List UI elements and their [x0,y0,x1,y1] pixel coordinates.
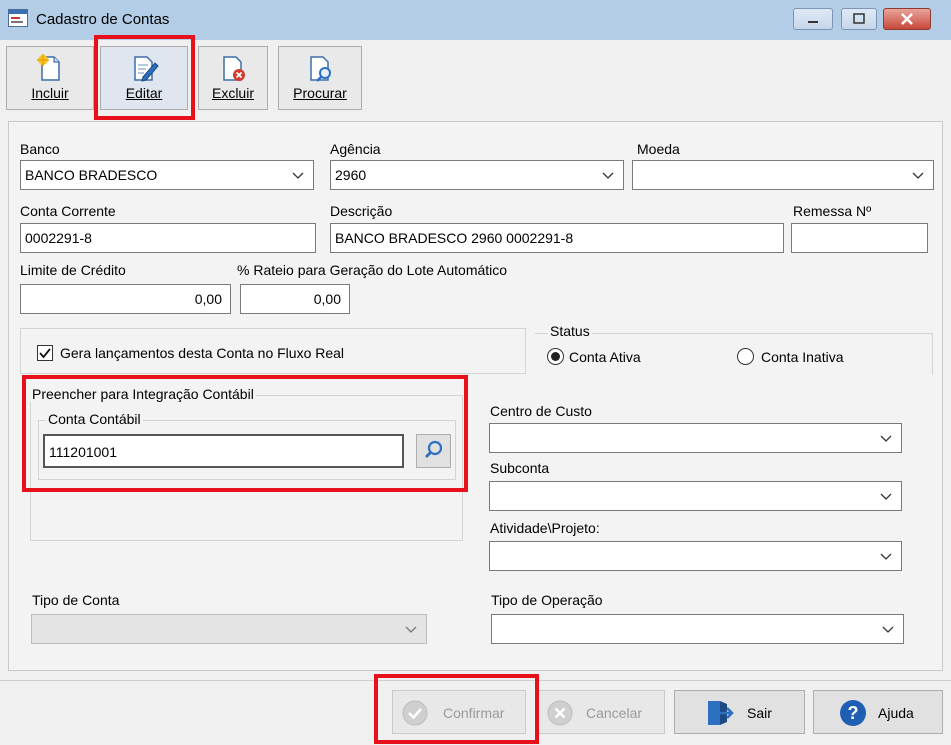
maximize-icon [853,13,865,24]
cancelar-button[interactable]: Cancelar [537,690,665,734]
procurar-button[interactable]: Procurar [278,46,362,110]
moeda-label: Moeda [637,141,680,157]
banco-label: Banco [20,141,60,157]
maximize-button[interactable] [841,8,877,30]
conta-corrente-input[interactable]: 0002291-8 [20,223,316,253]
conta-contabil-search-button[interactable] [416,434,451,468]
atividade-label: Atividade\Projeto: [490,520,600,536]
chevron-down-icon [292,172,304,179]
new-document-icon [37,54,60,81]
chevron-down-icon [405,626,417,633]
rateio-label: % Rateio para Geração do Lote Automático [237,262,508,278]
banco-select[interactable]: BANCO BRADESCO [20,160,314,190]
conta-inativa-label: Conta Inativa [761,349,844,365]
ajuda-label: Ajuda [878,705,914,721]
sair-label: Sair [747,705,772,721]
conta-contabil-input[interactable]: 111201001 [43,434,404,468]
editar-label: Editar [125,85,163,101]
conta-ativa-label: Conta Ativa [569,349,641,365]
agencia-select[interactable]: 2960 [330,160,624,190]
confirmar-button[interactable]: Confirmar [392,690,526,734]
centro-custo-select[interactable] [489,423,902,453]
close-button[interactable] [883,8,931,30]
status-title: Status [548,323,592,339]
tipo-conta-select[interactable] [31,614,427,644]
limite-credito-label: Limite de Crédito [20,262,126,278]
descricao-label: Descrição [330,203,393,219]
exit-door-icon [708,701,734,725]
subconta-label: Subconta [490,460,550,476]
remessa-label: Remessa Nº [793,203,872,219]
incluir-button[interactable]: Incluir [6,46,94,110]
excluir-label: Excluir [211,85,254,101]
svg-text:?: ? [848,703,859,723]
cancel-circle-icon [547,700,573,726]
check-circle-icon [402,700,428,726]
search-document-icon [310,56,331,82]
limite-credito-input[interactable]: 0,00 [20,284,231,314]
conta-inativa-radio[interactable] [737,348,754,365]
app-icon [8,9,28,27]
subconta-select[interactable] [489,481,902,511]
sair-button[interactable]: Sair [674,690,805,734]
incluir-label: Incluir [31,85,69,101]
tipo-operacao-label: Tipo de Operação [491,592,603,608]
agencia-label: Agência [330,141,381,157]
excluir-button[interactable]: Excluir [198,46,268,110]
chevron-down-icon [882,626,894,633]
edit-document-icon [134,56,159,82]
banco-value: BANCO BRADESCO [25,167,158,183]
chevron-down-icon [880,493,892,500]
tipo-conta-label: Tipo de Conta [32,592,120,608]
chevron-down-icon [602,172,614,179]
window-title: Cadastro de Contas [36,11,170,28]
delete-document-icon [223,56,245,81]
help-icon: ? [840,700,866,726]
fluxo-real-label: Gera lançamentos desta Conta no Fluxo Re… [60,345,345,361]
tipo-operacao-select[interactable] [491,614,904,644]
chevron-down-icon [912,172,924,179]
atividade-select[interactable] [489,541,902,571]
confirmar-label: Confirmar [443,705,505,721]
fluxo-real-checkbox[interactable] [37,345,53,361]
minimize-icon [808,21,818,23]
conta-ativa-radio[interactable] [547,348,564,365]
chevron-down-icon [880,435,892,442]
moeda-select[interactable] [632,160,934,190]
rateio-input[interactable]: 0,00 [240,284,350,314]
chevron-down-icon [880,553,892,560]
conta-corrente-label: Conta Corrente [20,203,116,219]
integracao-title: Preencher para Integração Contábil [30,386,256,402]
search-icon [425,440,443,458]
check-icon [39,348,51,359]
close-icon [901,13,913,25]
minimize-button[interactable] [793,8,833,30]
conta-contabil-label: Conta Contábil [46,411,143,427]
centro-custo-label: Centro de Custo [490,403,592,419]
descricao-input[interactable]: BANCO BRADESCO 2960 0002291-8 [330,223,784,253]
editar-button[interactable]: Editar [100,46,188,110]
cancelar-label: Cancelar [586,705,643,721]
procurar-label: Procurar [293,85,347,101]
remessa-input[interactable] [791,223,928,253]
ajuda-button[interactable]: ? Ajuda [813,690,943,734]
agencia-value: 2960 [335,167,367,183]
